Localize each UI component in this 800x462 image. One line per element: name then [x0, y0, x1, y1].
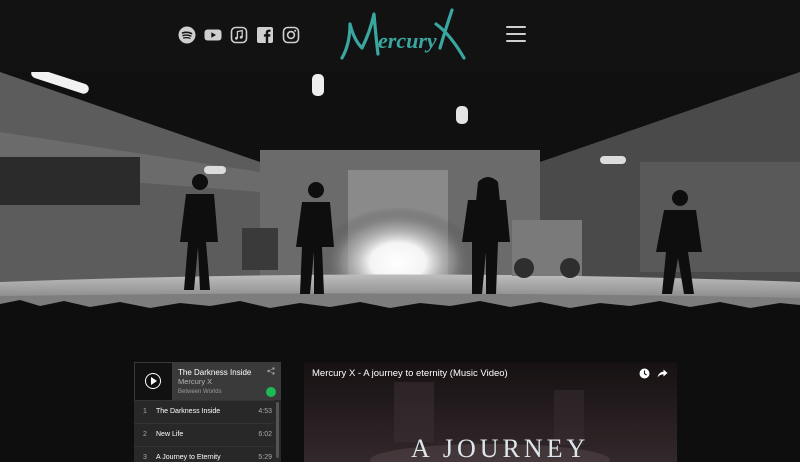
- play-icon[interactable]: [145, 373, 161, 389]
- track-duration: 6:02: [258, 431, 272, 438]
- track-duration: 5:29: [258, 454, 272, 461]
- track-number: 1: [143, 408, 147, 415]
- track-duration: 4:53: [258, 408, 272, 415]
- spotify-header: The Darkness Inside Mercury X Between Wo…: [134, 362, 281, 400]
- watch-later-icon[interactable]: [639, 368, 650, 379]
- album-art: [135, 363, 172, 400]
- track-title[interactable]: The Darkness Inside: [178, 368, 251, 377]
- track-number: 2: [143, 431, 147, 438]
- svg-text:ercury: ercury: [378, 28, 437, 53]
- artist-name[interactable]: Mercury X: [178, 377, 212, 386]
- hero-image: [0, 72, 800, 312]
- track-row[interactable]: 3 A Journey to Eternity 5:29: [134, 446, 274, 462]
- video-embed[interactable]: Mercury X - A journey to eternity (Music…: [304, 362, 677, 462]
- scrollbar[interactable]: [276, 402, 279, 458]
- social-links: [178, 26, 300, 44]
- track-name: New Life: [156, 431, 184, 438]
- youtube-icon[interactable]: [204, 26, 222, 44]
- album-name[interactable]: Between Worlds: [178, 389, 222, 395]
- facebook-icon[interactable]: [256, 26, 274, 44]
- video-title[interactable]: Mercury X - A journey to eternity (Music…: [312, 368, 508, 379]
- instagram-icon[interactable]: [282, 26, 300, 44]
- track-number: 3: [143, 454, 147, 461]
- track-row[interactable]: 1 The Darkness Inside 4:53: [134, 400, 274, 423]
- apple-music-icon[interactable]: [230, 26, 248, 44]
- hamburger-icon[interactable]: [506, 26, 526, 44]
- spotify-logo-icon[interactable]: [266, 387, 276, 397]
- track-name: A Journey to Eternity: [156, 454, 221, 461]
- spotify-player: The Darkness Inside Mercury X Between Wo…: [134, 362, 281, 462]
- share-icon[interactable]: [267, 367, 275, 375]
- mercuryx-logo[interactable]: ercury: [336, 4, 472, 64]
- share-icon[interactable]: [657, 368, 668, 379]
- track-name: The Darkness Inside: [156, 408, 221, 415]
- video-overlay-text: A JOURNEY: [411, 434, 590, 462]
- track-row[interactable]: 2 New Life 6:02: [134, 423, 274, 446]
- site-header: ercury: [0, 0, 800, 72]
- spotify-icon[interactable]: [178, 26, 196, 44]
- track-list: 1 The Darkness Inside 4:53 2 New Life 6:…: [134, 400, 274, 462]
